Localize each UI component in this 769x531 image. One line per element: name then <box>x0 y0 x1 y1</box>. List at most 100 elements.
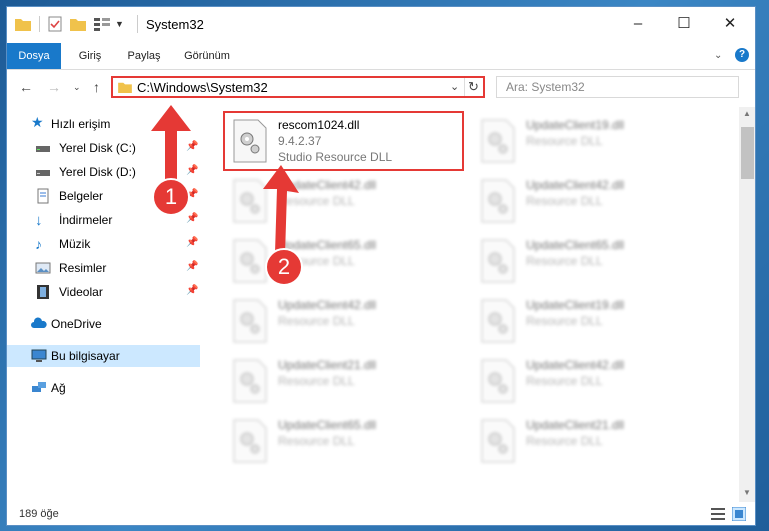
address-dropdown-icon[interactable]: ⌄ <box>450 80 459 93</box>
sidebar-item-label: Resimler <box>59 261 107 275</box>
file-tile[interactable]: UpdateClient42.dll Resource DLL <box>225 293 465 349</box>
tab-file[interactable]: Dosya <box>7 43 61 69</box>
pin-icon[interactable]: 📌 <box>186 237 198 248</box>
navigation-bar: ← → ⌄ ↑ C:\Windows\System32 ⌄ ↻ Ara: Sys… <box>7 70 755 104</box>
sidebar-item-label: OneDrive <box>51 317 102 331</box>
file-version: 9.4.2.37 <box>278 134 322 148</box>
file-description: Resource DLL <box>526 314 603 328</box>
file-name: UpdateClient65.dll <box>526 238 625 252</box>
file-tile[interactable]: UpdateClient19.dll Resource DLL <box>473 293 713 349</box>
sidebar-item-music[interactable]: ♪ Müzik 📌 <box>7 233 200 255</box>
file-tile[interactable]: UpdateClient65.dll Resource DLL <box>225 233 465 289</box>
videos-icon <box>37 285 49 299</box>
sidebar-item-label: Hızlı erişim <box>51 117 111 131</box>
sidebar-item-this-pc[interactable]: Bu bilgisayar <box>7 345 200 367</box>
quick-access-toolbar: ▼ <box>15 16 124 32</box>
separator <box>39 16 40 32</box>
folder-icon[interactable] <box>15 17 31 31</box>
file-tile[interactable]: UpdateClient42.dll Resource DLL <box>225 173 465 229</box>
dll-file-icon <box>481 119 515 163</box>
title-bar: ▼ System32 – ☐ ✕ <box>7 7 755 43</box>
callout-number: 2 <box>277 254 291 279</box>
file-tile[interactable]: UpdateClient21.dll Resource DLL <box>473 413 713 469</box>
ribbon-tabs: Dosya Giriş Paylaş Görünüm ⌄ ? <box>7 43 755 70</box>
sidebar-item-label: Ağ <box>51 381 66 395</box>
details-view-icon[interactable] <box>711 508 725 520</box>
file-tile[interactable]: UpdateClient19.dll Resource DLL <box>473 113 713 169</box>
sidebar-item-network[interactable]: Ağ <box>7 377 200 399</box>
file-description: Resource DLL <box>526 374 603 388</box>
scroll-thumb[interactable] <box>741 127 754 179</box>
address-bar[interactable]: C:\Windows\System32 ⌄ ↻ <box>111 76 485 98</box>
file-name: UpdateClient21.dll <box>526 418 625 432</box>
dll-file-icon <box>233 119 267 163</box>
tab-share[interactable]: Paylaş <box>119 43 169 69</box>
pin-icon[interactable]: 📌 <box>186 261 198 272</box>
file-description: Resource DLL <box>278 374 355 388</box>
back-arrow-icon[interactable]: ← <box>19 79 33 95</box>
file-name: UpdateClient19.dll <box>526 118 625 132</box>
qa-dropdown-icon[interactable]: ▼ <box>115 19 124 29</box>
dll-file-icon <box>481 359 515 403</box>
folder-icon <box>118 82 132 93</box>
sidebar-item-onedrive[interactable]: OneDrive <box>7 313 200 335</box>
network-icon <box>32 382 46 392</box>
file-tile[interactable]: UpdateClient65.dll Resource DLL <box>225 413 465 469</box>
vertical-scrollbar[interactable]: ▲ ▼ <box>739 107 755 502</box>
sidebar-item-pictures[interactable]: Resimler 📌 <box>7 257 200 279</box>
file-tile[interactable]: UpdateClient42.dll Resource DLL <box>473 353 713 409</box>
file-name: UpdateClient42.dll <box>278 298 377 312</box>
scroll-down-icon[interactable]: ▼ <box>743 488 751 497</box>
documents-icon <box>37 188 49 204</box>
file-name: UpdateClient42.dll <box>526 358 625 372</box>
callout-badge-1: 1 <box>152 178 190 216</box>
separator <box>464 78 465 96</box>
file-tile[interactable]: UpdateClient42.dll Resource DLL <box>473 173 713 229</box>
recent-locations-icon[interactable]: ⌄ <box>73 82 81 93</box>
file-name: UpdateClient65.dll <box>278 418 377 432</box>
view-options-icon[interactable] <box>94 17 110 31</box>
up-arrow-icon[interactable]: ↑ <box>93 79 100 95</box>
new-folder-icon[interactable] <box>70 17 86 31</box>
drive-icon <box>36 146 50 152</box>
sidebar-item-label: Müzik <box>59 237 91 251</box>
file-tile[interactable]: UpdateClient65.dll Resource DLL <box>473 233 713 289</box>
file-description: Resource DLL <box>526 434 603 448</box>
downloads-icon: ↓ <box>35 212 43 229</box>
file-description: Studio Resource DLL <box>278 150 393 164</box>
pin-icon[interactable]: 📌 <box>186 285 198 296</box>
status-bar: 189 öğe <box>7 501 755 525</box>
sidebar-item-videos[interactable]: Videolar 📌 <box>7 281 200 303</box>
close-button[interactable]: ✕ <box>707 7 753 39</box>
file-tile[interactable]: UpdateClient21.dll Resource DLL <box>225 353 465 409</box>
sidebar-item-label: Bu bilgisayar <box>51 349 120 363</box>
cloud-icon <box>31 317 47 328</box>
file-tile-rescom1024[interactable]: rescom1024.dll 9.4.2.37 Studio Resource … <box>223 111 464 171</box>
tab-home[interactable]: Giriş <box>65 43 115 69</box>
scroll-up-icon[interactable]: ▲ <box>743 109 751 118</box>
search-box[interactable]: Ara: System32 <box>496 76 739 98</box>
properties-icon[interactable] <box>48 16 62 32</box>
dll-file-icon <box>481 419 515 463</box>
file-description: Resource DLL <box>526 194 603 208</box>
ribbon-expand-icon[interactable]: ⌄ <box>714 50 722 61</box>
search-placeholder: Ara: System32 <box>506 80 585 94</box>
file-name: UpdateClient42.dll <box>526 178 625 192</box>
maximize-button[interactable]: ☐ <box>661 7 707 39</box>
file-description: Resource DLL <box>526 254 603 268</box>
large-icons-view-icon[interactable] <box>732 507 746 521</box>
dll-file-icon <box>233 359 267 403</box>
refresh-icon[interactable]: ↻ <box>468 79 479 95</box>
drive-icon <box>36 170 50 176</box>
computer-icon <box>31 349 47 362</box>
help-icon[interactable]: ? <box>735 48 749 62</box>
forward-arrow-icon[interactable]: → <box>47 79 61 95</box>
star-icon: ★ <box>31 114 44 130</box>
sidebar-item-label: Yerel Disk (C:) <box>59 141 136 155</box>
minimize-button[interactable]: – <box>615 7 661 39</box>
sidebar-item-label: Belgeler <box>59 189 104 203</box>
tab-view[interactable]: Görünüm <box>175 43 239 69</box>
dll-file-icon <box>233 419 267 463</box>
file-name: rescom1024.dll <box>278 118 360 132</box>
address-path: C:\Windows\System32 <box>137 80 268 95</box>
